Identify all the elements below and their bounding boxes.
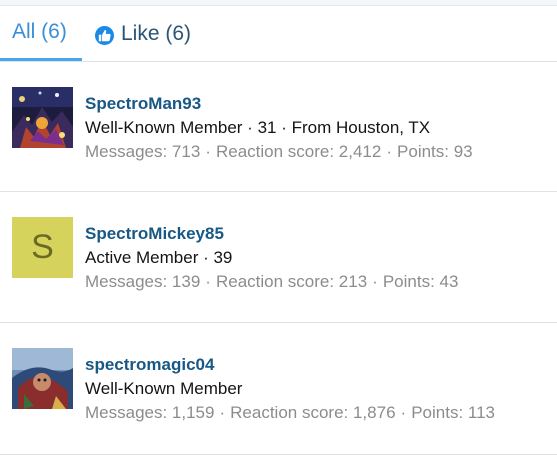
list-item: spectromagic04 Well-Known Member Message… bbox=[0, 323, 557, 455]
tab-all[interactable]: All (6) bbox=[0, 6, 82, 61]
messages-stat: Messages: 139 bbox=[85, 272, 201, 291]
reactions-panel: All (6) Like (6) SpectroMan93 Well-Known… bbox=[0, 0, 557, 468]
separator: · bbox=[205, 142, 211, 161]
points-stat: Points: 43 bbox=[382, 272, 459, 291]
points-stat: Points: 93 bbox=[397, 142, 473, 161]
member-info: SpectroMickey85 Active Member · 39 Messa… bbox=[85, 222, 458, 294]
avatar[interactable]: S bbox=[12, 217, 73, 278]
member-title: Active Member · 39 bbox=[85, 248, 233, 267]
tab-like-label: Like (6) bbox=[121, 21, 192, 45]
avatar[interactable] bbox=[12, 348, 73, 409]
separator: · bbox=[386, 142, 393, 161]
username-link[interactable]: spectromagic04 bbox=[85, 353, 495, 377]
reaction-score-stat: Reaction score: 2,412 bbox=[215, 142, 382, 161]
messages-stat: Messages: 713 bbox=[85, 142, 201, 161]
member-stats: Messages: 1,159 · Reaction score: 1,876 · Po… bbox=[85, 401, 495, 425]
list-item: S SpectroMickey85 Active Member · 39 Mes… bbox=[0, 192, 557, 323]
separator: · bbox=[205, 272, 211, 291]
avatar[interactable] bbox=[12, 87, 73, 148]
member-list: SpectroMan93 Well-Known Member · 31 · Fr… bbox=[0, 62, 557, 455]
tab-like[interactable]: Like (6) bbox=[95, 6, 191, 61]
member-info: SpectroMan93 Well-Known Member · 31 · Fr… bbox=[85, 92, 473, 164]
separator: · bbox=[219, 403, 226, 422]
tab-bar: All (6) Like (6) bbox=[0, 6, 557, 62]
member-title: Well-Known Member · 31 · From Houston, T… bbox=[85, 118, 431, 137]
reaction-score-stat: Reaction score: 1,876 bbox=[230, 403, 396, 422]
member-stats: Messages: 139 · Reaction score: 213 · Points… bbox=[85, 270, 458, 294]
member-info: spectromagic04 Well-Known Member Message… bbox=[85, 353, 495, 425]
tab-all-label: All (6) bbox=[12, 20, 67, 43]
points-stat: Points: 113 bbox=[411, 403, 495, 422]
avatar-letter: S bbox=[31, 228, 54, 266]
reaction-score-stat: Reaction score: 213 bbox=[215, 272, 368, 291]
member-title: Well-Known Member bbox=[85, 379, 243, 398]
thumbs-up-icon bbox=[95, 25, 114, 45]
messages-stat: Messages: 1,159 bbox=[85, 403, 215, 422]
separator: · bbox=[400, 403, 407, 422]
member-stats: Messages: 713 · Reaction score: 2,412 · Poin… bbox=[85, 140, 473, 164]
username-link[interactable]: SpectroMickey85 bbox=[85, 222, 458, 246]
list-item: SpectroMan93 Well-Known Member · 31 · Fr… bbox=[0, 62, 557, 192]
username-link[interactable]: SpectroMan93 bbox=[85, 92, 473, 116]
separator: · bbox=[372, 272, 378, 291]
